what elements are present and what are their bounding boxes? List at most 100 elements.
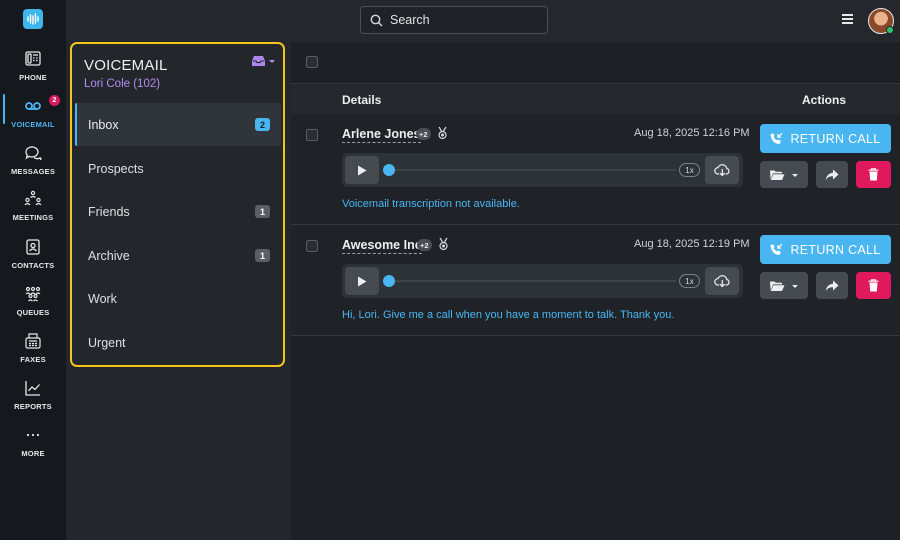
audio-scrubber-handle[interactable]: [383, 275, 395, 287]
folder-label: Work: [88, 291, 117, 306]
folder-count: 2: [255, 118, 270, 131]
folder-open-icon: [770, 170, 785, 180]
app-logo-icon[interactable]: [23, 9, 43, 29]
return-call-button[interactable]: RETURN CALL: [760, 124, 891, 153]
inbox-tray-icon: [252, 56, 265, 66]
delete-button[interactable]: [856, 272, 891, 299]
caret-down-icon: [792, 173, 798, 177]
playback-speed[interactable]: 1x: [679, 274, 700, 288]
rail-label: REPORTS: [14, 402, 52, 411]
folder-item-prospects[interactable]: Prospects: [75, 147, 281, 190]
audio-player: 1x: [342, 153, 743, 187]
rail-label: MEETINGS: [12, 213, 54, 222]
voicemail-icon: [25, 102, 41, 110]
rail-item-contacts[interactable]: CONTACTS: [0, 238, 66, 282]
audio-progress-track[interactable]: [388, 280, 676, 282]
move-folder-button[interactable]: [760, 272, 808, 299]
rail-item-reports[interactable]: REPORTS: [0, 379, 66, 423]
phone-icon: [25, 51, 41, 66]
move-folder-button[interactable]: [760, 161, 808, 188]
rail-item-phone[interactable]: PHONE: [0, 50, 66, 94]
row-checkbox[interactable]: [306, 240, 318, 252]
rail-item-meetings[interactable]: MEETINGS: [0, 190, 66, 234]
mailbox-owner: Lori Cole (102): [84, 78, 161, 90]
extra-numbers-badge[interactable]: +2: [416, 128, 431, 140]
phone-callback-icon: [770, 132, 783, 144]
voicemail-row: Arlene Jones +2 Aug 18, 2025 12:16 PM 1x…: [291, 114, 900, 225]
voicemail-badge: 2: [49, 95, 60, 106]
folder-count: 1: [255, 205, 270, 218]
column-header-details: Details: [342, 93, 382, 107]
voicemail-list: Details Actions Arlene Jones +2 Aug 18, …: [291, 42, 900, 540]
trash-icon: [868, 279, 879, 292]
folder-item-inbox[interactable]: Inbox 2: [75, 103, 281, 146]
rail-label: QUEUES: [16, 308, 50, 317]
rail-label: MORE: [21, 449, 45, 458]
folder-label: Friends: [88, 204, 130, 219]
share-forward-icon: [825, 169, 839, 180]
folder-item-archive[interactable]: Archive 1: [75, 234, 281, 277]
rail-item-messages[interactable]: MESSAGES: [0, 144, 66, 188]
caller-name[interactable]: Awesome Inc: [342, 238, 422, 254]
top-bar: [66, 0, 900, 42]
meetings-icon: [24, 190, 42, 206]
rail-label: FAXES: [20, 355, 46, 364]
return-call-label: RETURN CALL: [790, 242, 881, 257]
voicemail-timestamp: Aug 18, 2025 12:16 PM: [634, 127, 750, 139]
cloud-download-icon: [713, 275, 730, 288]
more-icon: [26, 433, 40, 437]
rail-item-queues[interactable]: QUEUES: [0, 285, 66, 329]
audio-progress-track[interactable]: [388, 169, 676, 171]
rail-item-faxes[interactable]: FAXES: [0, 332, 66, 376]
voicemail-row: Awesome Inc +2 Aug 18, 2025 12:19 PM 1x …: [291, 225, 900, 336]
forward-button[interactable]: [816, 272, 848, 299]
column-header-actions: Actions: [802, 93, 847, 107]
folder-open-icon: [770, 281, 785, 291]
play-icon: [358, 276, 367, 286]
extra-numbers-badge[interactable]: +2: [417, 239, 432, 251]
folder-panel: VOICEMAIL Lori Cole (102) Inbox 2 Prospe…: [66, 42, 291, 540]
return-call-button[interactable]: RETURN CALL: [760, 235, 891, 264]
menu-icon[interactable]: [842, 14, 853, 24]
audio-player: 1x: [342, 264, 743, 298]
folder-count: 1: [255, 249, 270, 262]
presence-status-icon: [886, 26, 894, 34]
rail-label: MESSAGES: [10, 167, 56, 176]
reports-icon: [25, 381, 40, 396]
search-input[interactable]: [390, 13, 530, 27]
play-button[interactable]: [345, 156, 379, 184]
folder-label: Archive: [88, 248, 130, 263]
download-button[interactable]: [705, 156, 739, 184]
chat-icon: [25, 146, 42, 161]
contacts-icon: [26, 239, 40, 255]
bulk-toolbar: [291, 42, 900, 84]
rail-label: VOICEMAIL: [11, 120, 55, 129]
play-icon: [358, 165, 367, 175]
phone-callback-icon: [770, 243, 783, 255]
select-all-checkbox[interactable]: [306, 56, 318, 68]
playback-speed[interactable]: 1x: [679, 163, 700, 177]
queues-icon: [25, 286, 41, 302]
delete-button[interactable]: [856, 161, 891, 188]
trash-icon: [868, 168, 879, 181]
search-icon: [370, 14, 383, 26]
forward-button[interactable]: [816, 161, 848, 188]
folder-item-friends[interactable]: Friends 1: [75, 190, 281, 233]
panel-title: VOICEMAIL: [84, 57, 168, 74]
audio-scrubber-handle[interactable]: [383, 164, 395, 176]
mailbox-selector[interactable]: [252, 55, 276, 67]
search-box[interactable]: [360, 6, 548, 34]
voicemail-timestamp: Aug 18, 2025 12:19 PM: [634, 238, 750, 250]
caret-down-icon: [792, 284, 798, 288]
return-call-label: RETURN CALL: [790, 131, 881, 146]
transcription-text: Hi, Lori. Give me a call when you have a…: [342, 309, 675, 321]
rail-item-voicemail[interactable]: 2 VOICEMAIL: [0, 94, 66, 141]
caller-name[interactable]: Arlene Jones: [342, 127, 421, 143]
table-header: Details Actions: [291, 84, 900, 114]
play-button[interactable]: [345, 267, 379, 295]
row-checkbox[interactable]: [306, 129, 318, 141]
folder-item-work[interactable]: Work: [75, 277, 281, 320]
download-button[interactable]: [705, 267, 739, 295]
folder-item-urgent[interactable]: Urgent: [75, 321, 281, 364]
rail-item-more[interactable]: MORE: [0, 426, 66, 470]
